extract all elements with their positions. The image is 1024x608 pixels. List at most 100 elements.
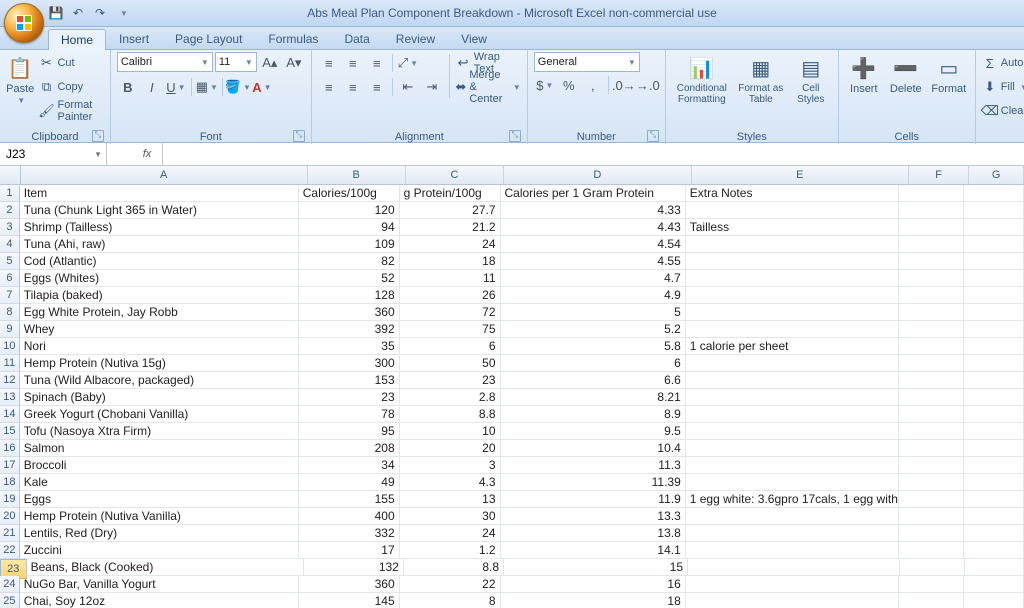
- cell[interactable]: [686, 236, 899, 253]
- decrease-indent-button[interactable]: ⇤: [397, 76, 419, 98]
- cell[interactable]: 392: [299, 321, 400, 338]
- delete-cells-button[interactable]: ➖Delete: [887, 52, 925, 95]
- cell[interactable]: Lentils, Red (Dry): [20, 525, 299, 542]
- cell[interactable]: 5.8: [501, 338, 686, 355]
- format-painter-button[interactable]: 🖌Format Painter: [38, 100, 103, 122]
- cell[interactable]: 95: [299, 423, 400, 440]
- cell[interactable]: 10.4: [501, 440, 686, 457]
- cell[interactable]: [899, 270, 964, 287]
- dialog-launcher-icon[interactable]: ⤡: [647, 130, 659, 142]
- cell[interactable]: 34: [299, 457, 400, 474]
- cell[interactable]: 20: [400, 440, 501, 457]
- name-box-input[interactable]: [4, 146, 78, 162]
- tab-home[interactable]: Home: [48, 29, 106, 50]
- row-header[interactable]: 17: [0, 457, 20, 474]
- cell[interactable]: [899, 542, 964, 559]
- align-left-button[interactable]: ≡: [318, 76, 340, 98]
- cell[interactable]: [964, 457, 1024, 474]
- cell[interactable]: 120: [299, 202, 400, 219]
- cell[interactable]: 75: [400, 321, 501, 338]
- cell[interactable]: 11: [400, 270, 501, 287]
- align-middle-button[interactable]: ≡: [342, 52, 364, 74]
- row-header[interactable]: 14: [0, 406, 20, 423]
- cell[interactable]: Extra Notes: [686, 185, 899, 202]
- cell[interactable]: 21.2: [400, 219, 501, 236]
- cell[interactable]: 22: [400, 576, 501, 593]
- cell[interactable]: [964, 304, 1024, 321]
- chevron-down-icon[interactable]: ▼: [94, 150, 102, 159]
- row-header[interactable]: 25: [0, 593, 20, 608]
- grow-font-button[interactable]: A▴: [259, 52, 281, 74]
- col-header[interactable]: D: [504, 166, 692, 184]
- cell[interactable]: 4.54: [501, 236, 686, 253]
- cell[interactable]: 11.9: [501, 491, 686, 508]
- cell[interactable]: 27.7: [400, 202, 501, 219]
- cell[interactable]: [964, 321, 1024, 338]
- cell[interactable]: 11.39: [501, 474, 686, 491]
- cut-button[interactable]: ✂Cut: [38, 52, 103, 74]
- col-header[interactable]: A: [21, 166, 308, 184]
- row-header[interactable]: 1: [0, 185, 20, 202]
- cell[interactable]: 18: [501, 593, 686, 608]
- cell[interactable]: 30: [400, 508, 501, 525]
- office-button[interactable]: [4, 3, 44, 43]
- cell[interactable]: [899, 525, 964, 542]
- format-as-table-button[interactable]: ▦Format as Table: [736, 52, 786, 105]
- cell[interactable]: NuGo Bar, Vanilla Yogurt: [20, 576, 299, 593]
- cell[interactable]: [899, 253, 964, 270]
- cell[interactable]: Nori: [20, 338, 299, 355]
- align-top-button[interactable]: ≡: [318, 52, 340, 74]
- cell[interactable]: 1 calorie per sheet: [686, 338, 899, 355]
- cell[interactable]: [899, 372, 964, 389]
- cell[interactable]: 18: [400, 253, 501, 270]
- cell[interactable]: [899, 593, 964, 608]
- cell[interactable]: 153: [299, 372, 400, 389]
- cell[interactable]: [686, 474, 899, 491]
- cell[interactable]: 9.5: [501, 423, 686, 440]
- cell[interactable]: Zuccini: [20, 542, 299, 559]
- insert-cells-button[interactable]: ➕Insert: [845, 52, 883, 95]
- cell[interactable]: 13: [400, 491, 501, 508]
- row-header[interactable]: 5: [0, 253, 20, 270]
- row-header[interactable]: 4: [0, 236, 20, 253]
- cell[interactable]: Beans, Black (Cooked): [27, 559, 304, 576]
- align-bottom-button[interactable]: ≡: [366, 52, 388, 74]
- orientation-button[interactable]: ⤢▼: [397, 52, 419, 74]
- tab-page-layout[interactable]: Page Layout: [162, 28, 255, 49]
- cell[interactable]: Tuna (Ahi, raw): [20, 236, 299, 253]
- tab-review[interactable]: Review: [383, 28, 448, 49]
- cell[interactable]: 78: [299, 406, 400, 423]
- cell[interactable]: 17: [299, 542, 400, 559]
- row-header[interactable]: 3: [0, 219, 20, 236]
- cell[interactable]: 26: [400, 287, 501, 304]
- cell[interactable]: [964, 270, 1024, 287]
- cell[interactable]: [899, 440, 964, 457]
- cell[interactable]: 155: [299, 491, 400, 508]
- cell[interactable]: Calories/100g: [299, 185, 400, 202]
- cell[interactable]: 360: [299, 304, 400, 321]
- font-color-button[interactable]: A▼: [251, 76, 273, 98]
- cell[interactable]: [964, 542, 1024, 559]
- cell[interactable]: 13.3: [501, 508, 686, 525]
- col-header[interactable]: C: [406, 166, 504, 184]
- cell[interactable]: 8.9: [501, 406, 686, 423]
- formula-input[interactable]: [163, 143, 1024, 165]
- cell[interactable]: 24: [400, 236, 501, 253]
- align-right-button[interactable]: ≡: [366, 76, 388, 98]
- cell[interactable]: 128: [299, 287, 400, 304]
- cell[interactable]: Tilapia (baked): [20, 287, 299, 304]
- conditional-formatting-button[interactable]: 📊Conditional Formatting: [672, 52, 732, 105]
- row-header[interactable]: 11: [0, 355, 20, 372]
- merge-center-button[interactable]: ⬌Merge & Center▼: [455, 76, 520, 98]
- cell[interactable]: [964, 508, 1024, 525]
- tab-insert[interactable]: Insert: [106, 28, 162, 49]
- cell[interactable]: 4.7: [501, 270, 686, 287]
- cell[interactable]: Shrimp (Tailless): [20, 219, 299, 236]
- align-center-button[interactable]: ≡: [342, 76, 364, 98]
- shrink-font-button[interactable]: A▾: [283, 52, 305, 74]
- cell[interactable]: [899, 474, 964, 491]
- cell[interactable]: [964, 423, 1024, 440]
- cell[interactable]: 208: [299, 440, 400, 457]
- dialog-launcher-icon[interactable]: ⤡: [509, 130, 521, 142]
- cell-styles-button[interactable]: ▤Cell Styles: [790, 52, 832, 105]
